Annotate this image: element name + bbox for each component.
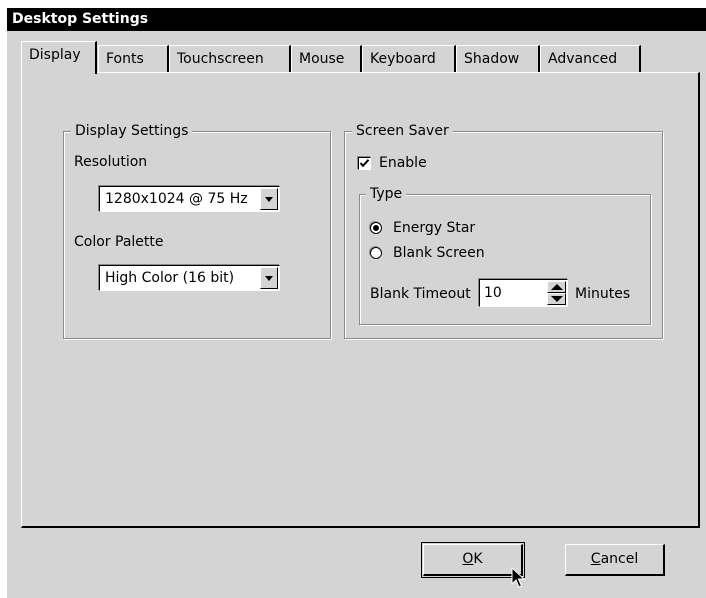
screen-saver-group-label: Screen Saver: [352, 122, 453, 140]
tab-mouse[interactable]: Mouse: [291, 45, 362, 73]
resolution-combo[interactable]: 1280x1024 @ 75 Hz: [99, 186, 280, 212]
tab-fonts[interactable]: Fonts: [98, 45, 169, 73]
screen-saver-group: Screen Saver Enable Type Energy Star Bla…: [344, 122, 663, 339]
color-palette-combo[interactable]: High Color (16 bit): [99, 265, 280, 291]
blank-timeout-value: 10: [484, 285, 502, 301]
blank-timeout-spinbox[interactable]: 10: [479, 279, 568, 307]
blank-screen-radio[interactable]: [370, 247, 382, 259]
minutes-label: Minutes: [575, 286, 631, 302]
tab-touchscreen[interactable]: Touchscreen: [169, 45, 291, 73]
window-title: Desktop Settings: [7, 8, 706, 31]
checkmark-icon: [359, 159, 370, 168]
tab-keyboard[interactable]: Keyboard: [362, 45, 456, 73]
display-tab-panel: Display Settings Resolution 1280x1024 @ …: [21, 72, 700, 528]
type-group: Type Energy Star Blank Screen Blank Time…: [359, 185, 651, 325]
display-settings-group: Display Settings Resolution 1280x1024 @ …: [63, 122, 331, 339]
color-palette-value: High Color (16 bit): [105, 270, 235, 286]
type-group-label: Type: [366, 185, 407, 203]
energy-star-radio[interactable]: [370, 222, 382, 234]
energy-star-label[interactable]: Energy Star: [393, 219, 475, 237]
tab-display[interactable]: Display: [21, 41, 97, 74]
resolution-label: Resolution: [74, 154, 148, 170]
color-palette-label: Color Palette: [74, 234, 164, 250]
enable-checkbox[interactable]: [358, 157, 371, 170]
resolution-value: 1280x1024 @ 75 Hz: [105, 191, 248, 207]
ok-button[interactable]: OK: [423, 544, 523, 576]
color-palette-dropdown-arrow-icon[interactable]: [260, 267, 278, 289]
tab-shadow[interactable]: Shadow: [456, 45, 540, 73]
blank-timeout-label: Blank Timeout: [370, 286, 471, 302]
spin-up-arrow-icon[interactable]: [547, 281, 566, 293]
mouse-pointer-icon: [511, 567, 526, 588]
enable-label[interactable]: Enable: [379, 154, 427, 172]
blank-screen-label[interactable]: Blank Screen: [393, 244, 485, 262]
tab-advanced[interactable]: Advanced: [540, 45, 641, 73]
desktop-settings-window: Desktop Settings Display Fonts Touchscre…: [7, 8, 706, 598]
resolution-dropdown-arrow-icon[interactable]: [260, 188, 278, 210]
display-settings-group-label: Display Settings: [71, 122, 193, 140]
spin-down-arrow-icon[interactable]: [547, 293, 566, 305]
cancel-button[interactable]: Cancel: [565, 544, 665, 576]
